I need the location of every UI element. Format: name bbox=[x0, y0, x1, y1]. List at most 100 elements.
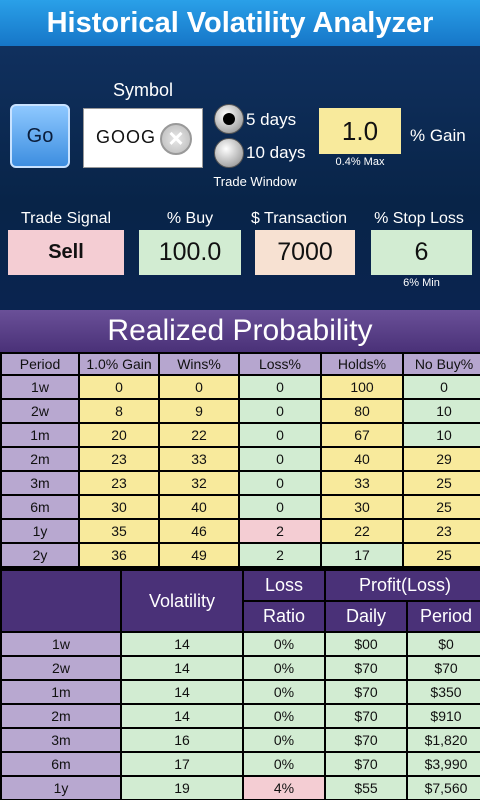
holds-cell: 33 bbox=[322, 472, 402, 494]
period-cell: 2w bbox=[2, 400, 78, 422]
loss-ratio-cell: 4% bbox=[244, 777, 324, 799]
period-cell: 2m bbox=[2, 705, 120, 727]
period-cell: 6m bbox=[2, 753, 120, 775]
volatility-cell: 14 bbox=[122, 633, 242, 655]
daily-cell: $00 bbox=[326, 633, 406, 655]
period-cell: 1y bbox=[2, 777, 120, 799]
radio-5-days[interactable] bbox=[214, 104, 244, 134]
header-daily: Daily bbox=[326, 602, 406, 631]
wins-cell: 22 bbox=[160, 424, 238, 446]
section-title: Realized Probability bbox=[0, 310, 480, 352]
volatility-cell: 19 bbox=[122, 777, 242, 799]
loss-cell: 0 bbox=[240, 424, 320, 446]
table-row: 1m 20 22 0 67 10 bbox=[2, 424, 480, 446]
gain-cell: 35 bbox=[80, 520, 158, 542]
period-cell: 1w bbox=[2, 633, 120, 655]
header-gain: 1.0% Gain bbox=[80, 354, 158, 374]
daily-cell: $55 bbox=[326, 777, 406, 799]
no-buy-cell: 25 bbox=[404, 472, 480, 494]
period-cell: 1m bbox=[2, 681, 120, 703]
symbol-input[interactable]: GOOG × bbox=[83, 108, 203, 168]
table-row: 2y 36 49 2 17 25 bbox=[2, 544, 480, 566]
period-cell: 1y bbox=[2, 520, 78, 542]
table-row: 2w 14 0% $70 $70 bbox=[2, 657, 480, 679]
gain-cell: 30 bbox=[80, 496, 158, 518]
gain-input[interactable]: 1.0 bbox=[319, 108, 401, 154]
table-row: 6m 30 40 0 30 25 bbox=[2, 496, 480, 518]
volatility-cell: 16 bbox=[122, 729, 242, 751]
transaction-input[interactable]: 7000 bbox=[255, 230, 355, 275]
trade-signal-field[interactable]: Sell bbox=[8, 230, 124, 275]
probability-header-row: Period 1.0% Gain Wins% Loss% Holds% No B… bbox=[2, 354, 480, 374]
loss-cell: 0 bbox=[240, 472, 320, 494]
period-profit-cell: $350 bbox=[408, 681, 480, 703]
gain-unit-label: % Gain bbox=[410, 126, 466, 145]
period-cell: 1w bbox=[2, 376, 78, 398]
wins-cell: 40 bbox=[160, 496, 238, 518]
header-ratio: Ratio bbox=[244, 602, 324, 631]
go-button[interactable]: Go bbox=[10, 104, 70, 168]
trade-signal-label: Trade Signal bbox=[20, 210, 112, 227]
table-row: 1m 14 0% $70 $350 bbox=[2, 681, 480, 703]
app-title: Historical Volatility Analyzer bbox=[0, 0, 480, 46]
loss-cell: 2 bbox=[240, 544, 320, 566]
loss-cell: 0 bbox=[240, 376, 320, 398]
stop-loss-input[interactable]: 6 bbox=[371, 230, 472, 275]
header-period: Period bbox=[2, 354, 78, 374]
loss-cell: 0 bbox=[240, 400, 320, 422]
loss-ratio-cell: 0% bbox=[244, 705, 324, 727]
holds-cell: 22 bbox=[322, 520, 402, 542]
stop-loss-hint: 6% Min bbox=[403, 277, 440, 289]
loss-ratio-cell: 0% bbox=[244, 681, 324, 703]
volatility-header-row-1: Volatility Loss Profit(Loss) bbox=[2, 571, 480, 631]
loss-ratio-cell: 0% bbox=[244, 633, 324, 655]
pct-buy-input[interactable]: 100.0 bbox=[139, 230, 241, 275]
table-row: 1y 19 4% $55 $7,560 bbox=[2, 777, 480, 799]
no-buy-cell: 25 bbox=[404, 544, 480, 566]
header-period: Period bbox=[408, 602, 480, 631]
volatility-table: Volatility Loss Profit(Loss) Ratio Daily… bbox=[0, 569, 480, 800]
header-loss: Loss bbox=[244, 571, 324, 600]
daily-cell: $70 bbox=[326, 705, 406, 727]
holds-cell: 100 bbox=[322, 376, 402, 398]
daily-cell: $70 bbox=[326, 681, 406, 703]
daily-cell: $70 bbox=[326, 753, 406, 775]
loss-ratio-cell: 0% bbox=[244, 729, 324, 751]
wins-cell: 49 bbox=[160, 544, 238, 566]
header-holds: Holds% bbox=[322, 354, 402, 374]
no-buy-cell: 23 bbox=[404, 520, 480, 542]
holds-cell: 40 bbox=[322, 448, 402, 470]
table-row: 1y 35 46 2 22 23 bbox=[2, 520, 480, 542]
volatility-cell: 14 bbox=[122, 681, 242, 703]
daily-cell: $70 bbox=[326, 729, 406, 751]
gain-cell: 36 bbox=[80, 544, 158, 566]
loss-cell: 2 bbox=[240, 520, 320, 542]
table-row: 2w 8 9 0 80 10 bbox=[2, 400, 480, 422]
stop-loss-label: % Stop Loss bbox=[374, 210, 464, 227]
transaction-label: $ Transaction bbox=[250, 210, 348, 227]
probability-table: Period 1.0% Gain Wins% Loss% Holds% No B… bbox=[0, 352, 480, 568]
no-buy-cell: 10 bbox=[404, 400, 480, 422]
period-cell: 3m bbox=[2, 729, 120, 751]
no-buy-cell: 25 bbox=[404, 496, 480, 518]
symbol-label: Symbol bbox=[112, 80, 174, 100]
radio-5-days-label: 5 days bbox=[246, 110, 297, 129]
period-cell: 2w bbox=[2, 657, 120, 679]
period-profit-cell: $3,990 bbox=[408, 753, 480, 775]
gain-hint: 0.4% Max bbox=[335, 156, 385, 168]
gain-cell: 23 bbox=[80, 448, 158, 470]
no-buy-cell: 10 bbox=[404, 424, 480, 446]
loss-ratio-cell: 0% bbox=[244, 753, 324, 775]
wins-cell: 46 bbox=[160, 520, 238, 542]
clear-icon[interactable]: × bbox=[160, 123, 192, 155]
holds-cell: 17 bbox=[322, 544, 402, 566]
wins-cell: 32 bbox=[160, 472, 238, 494]
period-cell: 2y bbox=[2, 544, 78, 566]
table-row: 2m 14 0% $70 $910 bbox=[2, 705, 480, 727]
gain-cell: 0 bbox=[80, 376, 158, 398]
radio-10-days[interactable] bbox=[214, 138, 244, 168]
table-row: 1w 14 0% $00 $0 bbox=[2, 633, 480, 655]
wins-cell: 33 bbox=[160, 448, 238, 470]
period-profit-cell: $7,560 bbox=[408, 777, 480, 799]
table-row: 6m 17 0% $70 $3,990 bbox=[2, 753, 480, 775]
